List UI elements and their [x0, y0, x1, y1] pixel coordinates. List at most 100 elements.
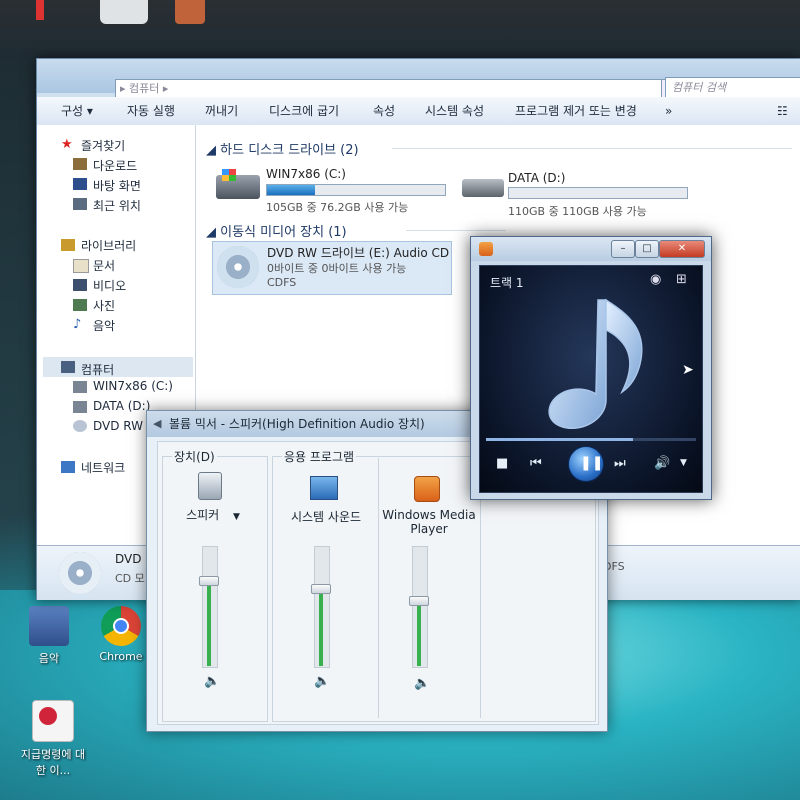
- close-button[interactable]: ✕: [659, 240, 705, 258]
- documents-icon: [73, 259, 89, 273]
- dvd-drive-fs: CDFS: [267, 276, 297, 289]
- videos-icon: [73, 279, 87, 291]
- wmp-volume-thumb[interactable]: [409, 596, 429, 606]
- player-title-bar[interactable]: – □ ✕: [471, 237, 711, 261]
- star-icon: ★: [61, 137, 73, 152]
- collapse-arrow-icon: ◢: [206, 225, 216, 240]
- speaker-device-icon: [198, 472, 222, 500]
- mouse-cursor-icon: ➤: [682, 362, 694, 378]
- hard-drive-icon: [462, 179, 504, 197]
- desktop-icon-top-2[interactable]: [175, 0, 205, 24]
- dvd-drive-item[interactable]: DVD RW 드라이브 (E:) Audio CD 0바이트 중 0바이트 사용…: [212, 241, 452, 295]
- drive-d-icon: [73, 401, 87, 413]
- audio-cd-icon: [217, 246, 259, 288]
- computer-icon: [61, 361, 75, 373]
- view-options-icon[interactable]: ☷: [777, 97, 788, 125]
- volume-icon[interactable]: 🔊: [654, 456, 670, 471]
- desktop-icon-label: 지급명령에 대한 이...: [20, 748, 86, 777]
- windows-media-player-icon: [414, 476, 440, 502]
- pause-button[interactable]: ❚❚: [568, 446, 604, 482]
- nav-pictures[interactable]: 사진: [93, 297, 115, 314]
- wmp-mute-icon[interactable]: 🔈: [414, 676, 430, 691]
- network-icon: [61, 461, 75, 473]
- speaker-volume-thumb[interactable]: [199, 576, 219, 586]
- device-label: 장치(D): [172, 448, 217, 465]
- visualization-icon[interactable]: ◉: [650, 272, 661, 287]
- more-commands-button[interactable]: »: [665, 97, 672, 125]
- nav-drive-d[interactable]: DATA (D:): [93, 399, 150, 413]
- next-button[interactable]: ⏭: [614, 456, 626, 471]
- command-bar: 구성 ▾ 자동 실행 꺼내기 디스크에 굽기 속성 시스템 속성 프로그램 제거…: [37, 97, 800, 126]
- document-icon: [32, 700, 74, 742]
- previous-button[interactable]: ⏮: [530, 456, 542, 471]
- nav-downloads[interactable]: 다운로드: [93, 157, 137, 174]
- desktop-icon-label: 음악: [38, 652, 60, 665]
- removable-group-header[interactable]: ◢ 이동식 미디어 장치 (1): [206, 221, 347, 240]
- properties-button[interactable]: 속성: [373, 97, 395, 125]
- libraries-icon: [61, 239, 75, 251]
- hdd-group-divider: [392, 148, 792, 149]
- autoplay-button[interactable]: 자동 실행: [127, 97, 175, 125]
- desktop-icon-music[interactable]: 음악: [14, 606, 84, 666]
- column-separator: [378, 458, 379, 718]
- drive-d-item[interactable]: DATA (D:) 110GB 중 110GB 사용 가능: [458, 165, 708, 218]
- nav-documents[interactable]: 문서: [93, 257, 115, 274]
- pause-icon: ❚❚: [580, 455, 604, 471]
- drive-d-name: DATA (D:): [508, 171, 566, 185]
- system-sounds-volume-thumb[interactable]: [311, 584, 331, 594]
- speaker-icon: ◀: [153, 417, 162, 430]
- desktop-icon-label: Chrome: [99, 650, 143, 663]
- music-icon: ♪: [73, 317, 82, 332]
- chevron-down-icon: ▼: [233, 512, 240, 522]
- seek-bar[interactable]: [486, 438, 696, 441]
- chrome-icon: [101, 606, 141, 646]
- uninstall-program-button[interactable]: 프로그램 제거 또는 변경: [515, 97, 637, 125]
- pictures-icon: [73, 299, 87, 311]
- nav-recent-places[interactable]: 최근 위치: [93, 197, 141, 214]
- drive-c-usage-bar: [266, 184, 446, 196]
- organize-button[interactable]: 구성 ▾: [61, 97, 93, 125]
- nav-libraries[interactable]: 라이브러리: [81, 237, 136, 254]
- nav-videos[interactable]: 비디오: [93, 277, 126, 294]
- address-bar[interactable]: ▸ 컴퓨터 ▸: [115, 79, 663, 99]
- search-input[interactable]: 컴퓨터 검색: [665, 77, 800, 99]
- eject-button[interactable]: 꺼내기: [205, 97, 238, 125]
- desktop-folder-icon: [73, 178, 87, 190]
- removable-group-label: 이동식 미디어 장치 (1): [220, 225, 347, 240]
- maximize-button[interactable]: □: [635, 240, 659, 258]
- speaker-device-dropdown[interactable]: 스피커 ▼: [168, 506, 258, 523]
- burn-button[interactable]: 디스크에 굽기: [269, 97, 339, 125]
- drive-c-usage-fill: [267, 185, 316, 195]
- system-sounds-mute-icon[interactable]: 🔈: [314, 674, 330, 689]
- drive-d-space: 110GB 중 110GB 사용 가능: [508, 205, 647, 218]
- drive-c-name: WIN7x86 (C:): [266, 167, 346, 181]
- drive-c-item[interactable]: WIN7x86 (C:) 105GB 중 76.2GB 사용 가능: [212, 165, 452, 217]
- wmp-logo-icon: [479, 242, 493, 256]
- minimize-button[interactable]: –: [611, 240, 635, 258]
- volume-dropdown-icon[interactable]: ▼: [680, 458, 687, 468]
- nav-network[interactable]: 네트워크: [81, 459, 125, 476]
- desktop-icon-top-0[interactable]: [36, 0, 44, 20]
- desktop-icon-document[interactable]: 지급명령에 대한 이...: [18, 700, 88, 778]
- now-playing-area: 트랙 1 ◉ ⊞ ➤ ■ ⏮ ❚❚ ⏭ 🔊 ▼: [479, 265, 703, 493]
- drive-c-icon: [73, 381, 87, 393]
- desktop-icon-top-1[interactable]: [100, 0, 148, 24]
- nav-computer[interactable]: 컴퓨터: [81, 361, 114, 378]
- system-sounds-icon: [310, 476, 338, 500]
- hdd-group-header[interactable]: ◢ 하드 디스크 드라이브 (2): [206, 139, 359, 158]
- mixer-title: 볼륨 믹서 - 스피커(High Definition Audio 장치): [169, 417, 425, 431]
- system-sounds-name: 시스템 사운드: [290, 510, 362, 524]
- nav-drive-c[interactable]: WIN7x86 (C:): [93, 379, 173, 393]
- music-note-icon: [548, 298, 643, 429]
- system-properties-button[interactable]: 시스템 속성: [425, 97, 484, 125]
- nav-dvd-drive[interactable]: DVD RW: [93, 419, 143, 433]
- nav-desktop[interactable]: 바탕 화면: [93, 177, 141, 194]
- collapse-arrow-icon: ◢: [206, 143, 216, 158]
- nav-music[interactable]: 음악: [93, 317, 115, 334]
- speaker-mute-icon[interactable]: 🔈: [204, 674, 220, 689]
- nav-favorites[interactable]: 즐겨찾기: [81, 137, 125, 154]
- stop-button[interactable]: ■: [496, 456, 508, 471]
- details-line2: CD 모: [115, 572, 145, 585]
- details-name: DVD: [115, 552, 142, 566]
- switch-to-library-icon[interactable]: ⊞: [676, 272, 687, 287]
